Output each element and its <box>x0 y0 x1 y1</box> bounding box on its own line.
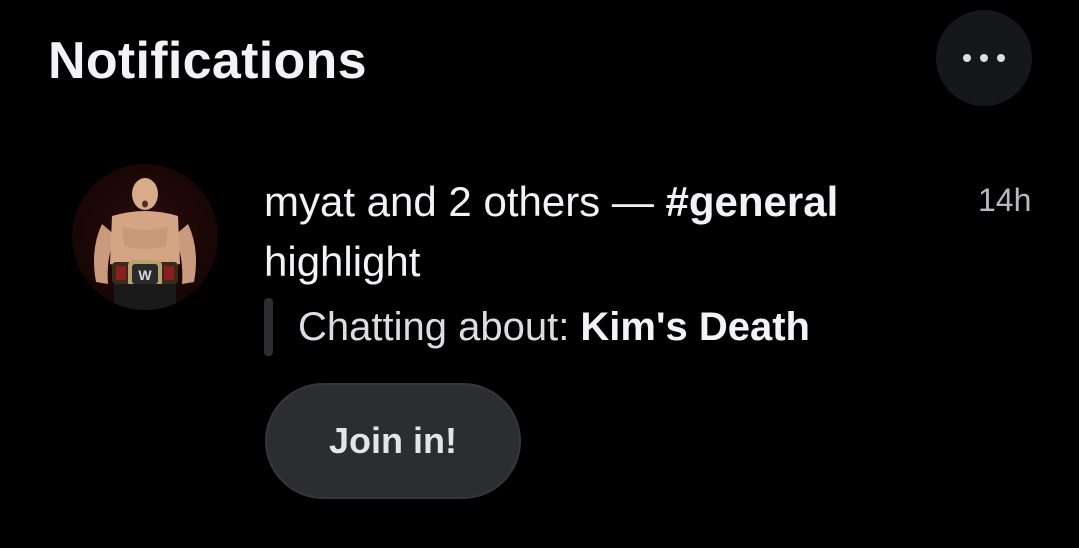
notifications-panel: Notifications W myat and 2 others — #gen… <box>0 0 1079 548</box>
quote-topic: Kim's Death <box>580 305 810 349</box>
quote-bar <box>264 298 273 356</box>
quote-prefix: Chatting about: <box>298 305 581 349</box>
notification-action: highlight <box>264 238 421 285</box>
notification-message[interactable]: myat and 2 others — #general highlight <box>264 172 924 292</box>
page-title: Notifications <box>48 32 367 90</box>
notification-actors: myat and 2 others — <box>264 178 666 225</box>
more-options-button[interactable] <box>936 10 1032 106</box>
join-button[interactable]: Join in! <box>265 383 521 499</box>
topic-quote: Chatting about: Kim's Death <box>264 298 810 356</box>
channel-name: #general <box>665 178 839 225</box>
user-avatar[interactable]: W <box>72 164 218 310</box>
svg-text:W: W <box>138 267 152 283</box>
avatar-image: W <box>94 178 196 310</box>
notification-timestamp: 14h <box>978 182 1032 218</box>
more-horizontal-icon <box>963 54 1005 62</box>
